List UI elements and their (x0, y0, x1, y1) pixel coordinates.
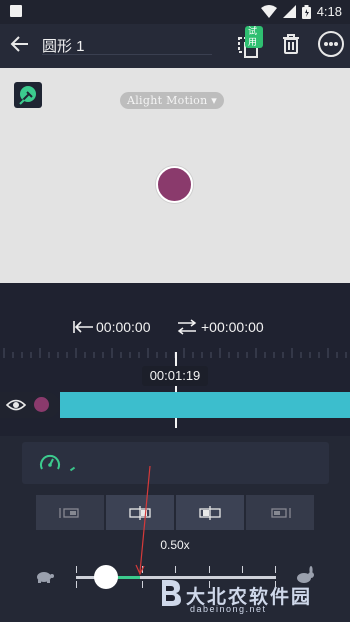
align-left-icon (129, 505, 151, 520)
title-underline (42, 54, 212, 55)
slider-tick (76, 566, 77, 573)
start-time-value: 00:00:00 (96, 319, 151, 335)
layer-title[interactable]: 圆形 1 (42, 35, 85, 56)
status-bar: 4:18 (0, 0, 350, 24)
slider-tick (175, 566, 176, 573)
top-bar: 圆形 1 试用 (0, 24, 350, 68)
site-logo-sub: dabeinong.net (190, 604, 267, 614)
eyedropper-button[interactable] (14, 82, 42, 108)
wifi-icon (260, 5, 277, 18)
turtle-icon (37, 572, 54, 583)
offset-time[interactable]: +00:00:00 (176, 319, 264, 335)
status-time: 4:18 (316, 4, 342, 19)
align-right-icon (199, 505, 221, 520)
slider-tick (209, 566, 210, 573)
trash-icon[interactable] (279, 32, 303, 56)
eye-icon[interactable] (6, 397, 26, 413)
duplicate-button[interactable]: 试用 (235, 26, 263, 60)
layer-color-dot (34, 397, 49, 412)
speed-mode-segments (36, 495, 314, 530)
speed-header (22, 442, 329, 484)
battery-icon (301, 4, 311, 19)
offset-time-value: +00:00:00 (201, 319, 264, 335)
back-arrow-icon[interactable] (8, 32, 32, 56)
start-time[interactable]: 00:00:00 (72, 319, 151, 335)
slider-tick (142, 581, 143, 588)
alight-motion-watermark[interactable]: Alight Motion ▾ (120, 92, 225, 109)
segment-center-left[interactable] (106, 495, 174, 530)
preview-canvas[interactable]: Alight Motion ▾ (0, 68, 350, 283)
trial-badge: 试用 (245, 26, 263, 48)
time-row: 00:00:00 +00:00:00 (0, 315, 350, 339)
slider-tick (142, 566, 143, 573)
speedometer-icon[interactable] (38, 451, 62, 475)
jump-to-start-icon (73, 321, 93, 333)
signal-icon (282, 5, 296, 18)
segment-ease-in[interactable] (36, 495, 104, 530)
track-header (0, 392, 60, 418)
playhead-time: 00:01:19 (142, 366, 208, 386)
layer-track[interactable] (60, 392, 350, 418)
slider-tick (275, 566, 276, 573)
segment-ease-out[interactable] (246, 495, 314, 530)
swap-icon (177, 319, 197, 335)
speed-value: 0.50x (160, 538, 190, 552)
more-icon[interactable] (318, 31, 344, 57)
slider-tick (242, 566, 243, 573)
site-logo-icon (162, 580, 181, 606)
speed-slider-knob[interactable] (94, 565, 118, 589)
segment-center-right[interactable] (176, 495, 244, 530)
circle-shape[interactable] (156, 166, 193, 203)
notification-icon (10, 5, 22, 17)
eyedropper-icon (19, 86, 36, 105)
speed-indicator (69, 466, 76, 472)
ease-in-icon (59, 507, 79, 518)
ease-out-icon (271, 507, 291, 518)
slider-tick (76, 581, 77, 588)
status-icons: 4:18 (260, 4, 342, 19)
